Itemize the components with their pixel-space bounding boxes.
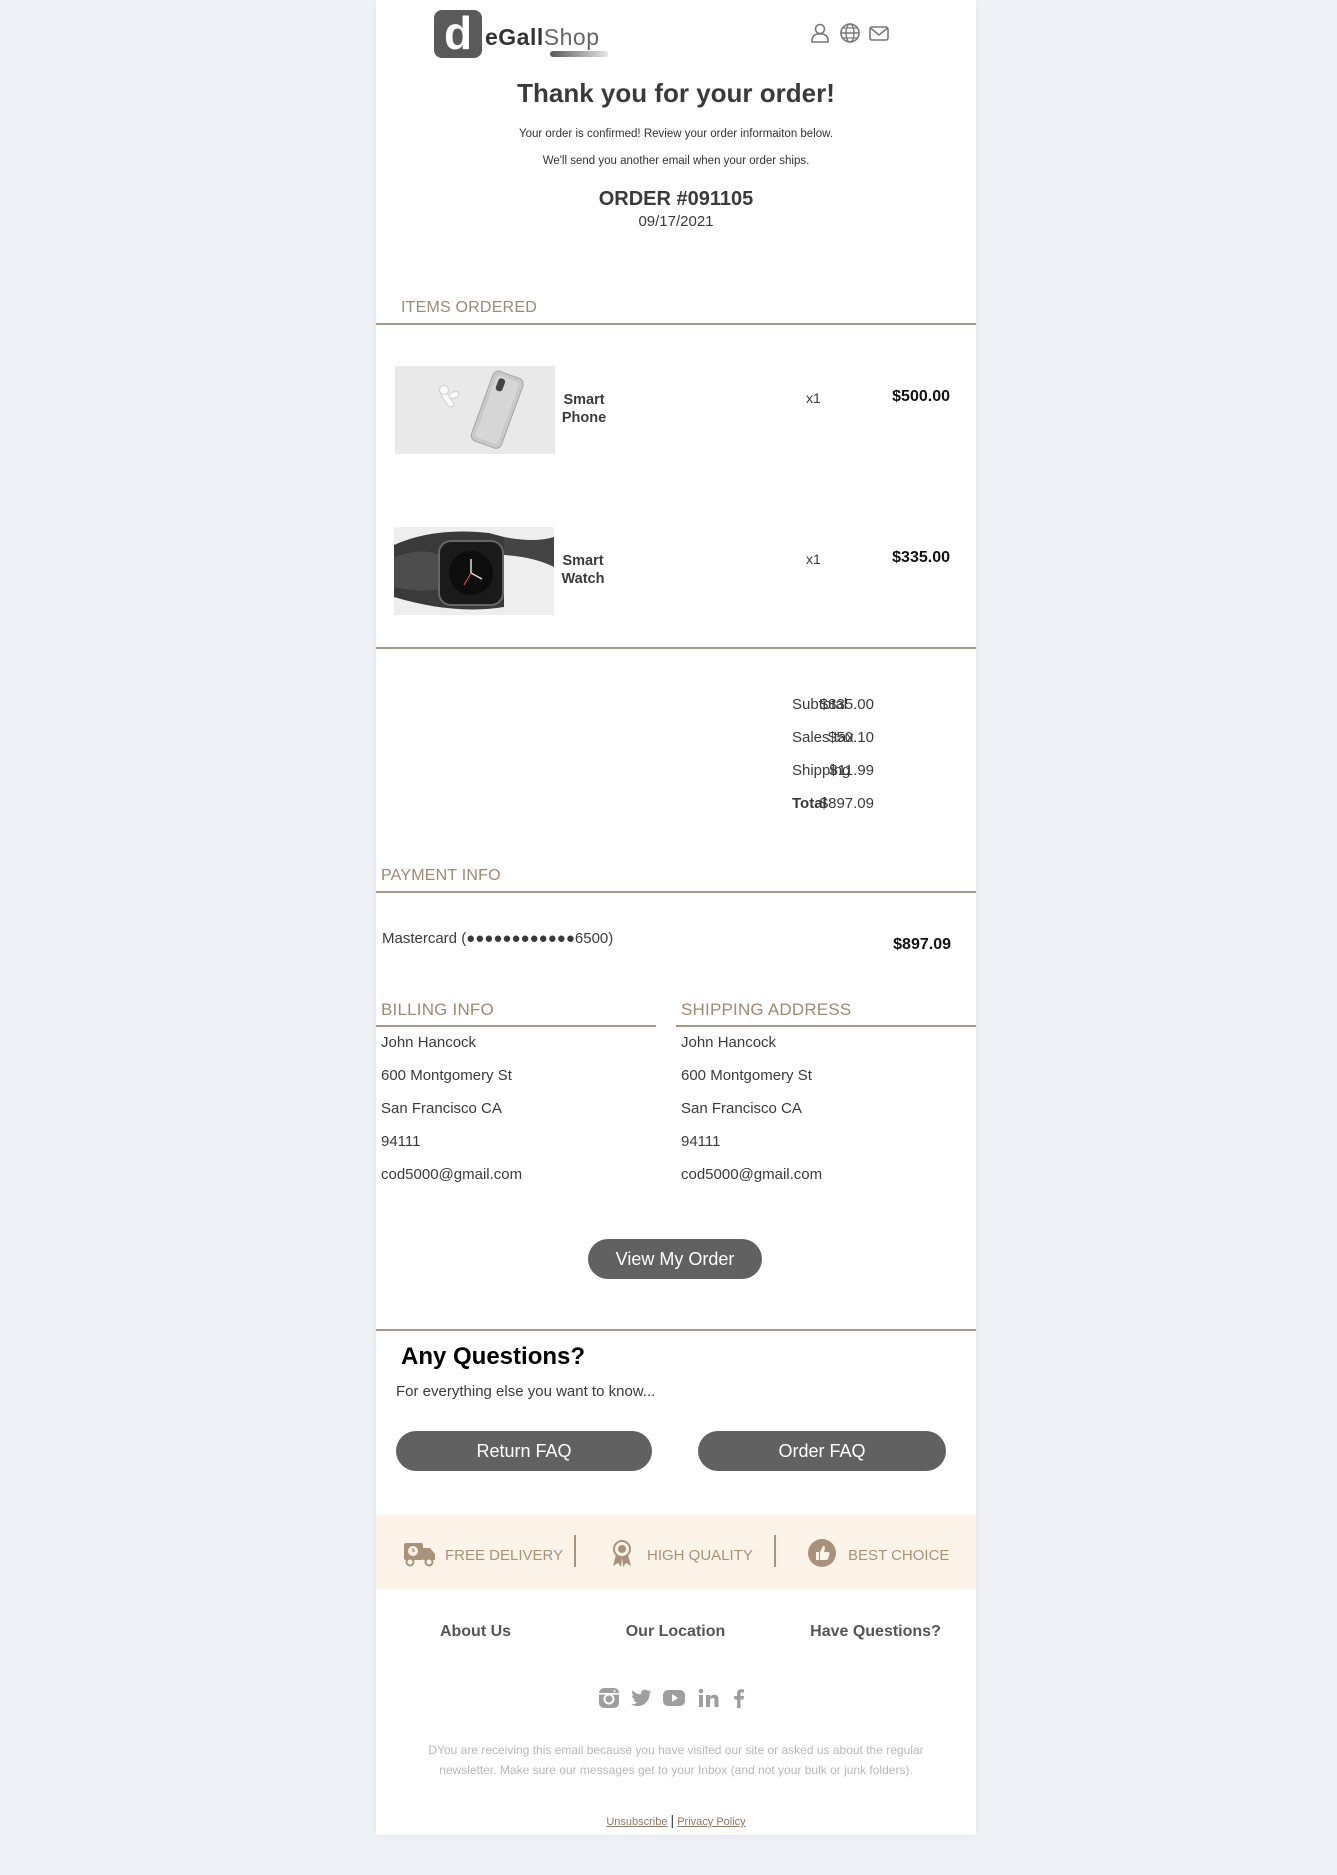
instagram-icon[interactable] — [598, 1687, 620, 1709]
items-ordered-heading: ITEMS ORDERED — [401, 299, 537, 316]
payment-divider — [376, 891, 976, 893]
globe-icon[interactable] — [839, 22, 861, 44]
billing-street: 600 Montgomery St — [381, 1067, 512, 1084]
unsubscribe-link[interactable]: Unsubscribe — [606, 1816, 667, 1828]
user-icon[interactable] — [809, 22, 831, 44]
shipping-divider — [676, 1025, 976, 1027]
item-name: Smart Phone — [561, 392, 607, 426]
about-us-link[interactable]: About Us — [408, 1623, 543, 1641]
facebook-icon[interactable] — [728, 1687, 750, 1709]
smart-phone-image — [395, 366, 555, 454]
confirmation-text: Your order is confirmed! Review your ord… — [518, 128, 834, 140]
shipping-value: $11.99 — [829, 762, 874, 779]
mail-icon[interactable] — [868, 22, 890, 44]
shipping-name: John Hancock — [681, 1034, 777, 1051]
billing-name: John Hancock — [381, 1034, 477, 1051]
payment-info-heading: PAYMENT INFO — [381, 867, 501, 884]
sales-tax-value: $50.10 — [828, 729, 874, 746]
payment-method: Mastercard (●●●●●●●●●●●●6500) — [382, 930, 614, 947]
item-price: $500.00 — [892, 388, 950, 405]
billing-city: San Francisco CA — [381, 1100, 502, 1117]
item-quantity: x1 — [806, 551, 821, 567]
order-date: 09/17/2021 — [638, 213, 714, 230]
best-choice-label: BEST CHOICE — [848, 1547, 950, 1564]
delivery-truck-icon — [404, 1543, 435, 1567]
legal-separator: | — [670, 1812, 675, 1828]
logo-underline — [550, 51, 608, 57]
billing-zip: 94111 — [381, 1133, 421, 1150]
item-name: Smart Watch — [561, 553, 605, 587]
subtotal-value: $835.00 — [819, 696, 874, 713]
return-faq-button[interactable]: Return FAQ — [396, 1431, 652, 1471]
payment-amount: $897.09 — [893, 936, 951, 953]
twitter-icon[interactable] — [630, 1687, 652, 1709]
shipping-city: San Francisco CA — [681, 1100, 802, 1117]
item-price: $335.00 — [892, 549, 950, 566]
youtube-icon[interactable] — [662, 1687, 686, 1709]
billing-info-heading: BILLING INFO — [381, 1000, 494, 1019]
have-questions-link[interactable]: Have Questions? — [798, 1623, 953, 1641]
linkedin-icon[interactable] — [697, 1687, 719, 1709]
smart-watch-image — [394, 527, 554, 615]
questions-divider — [376, 1329, 976, 1331]
billing-divider — [376, 1025, 656, 1027]
award-ribbon-icon — [613, 1540, 631, 1567]
free-delivery-label: FREE DELIVERY — [445, 1547, 564, 1564]
high-quality-label: HIGH QUALITY — [647, 1547, 753, 1564]
view-my-order-button[interactable]: View My Order — [588, 1239, 762, 1279]
feature-separator — [574, 1535, 576, 1567]
shipping-street: 600 Montgomery St — [681, 1067, 812, 1084]
brand-name-light: Shop — [543, 24, 600, 50]
disclaimer-text: DYou are receiving this email because yo… — [428, 1743, 924, 1777]
items-top-divider — [376, 323, 976, 325]
page-title: Thank you for your order! — [517, 78, 835, 108]
privacy-policy-link[interactable]: Privacy Policy — [677, 1816, 745, 1828]
brand-name: eGallShop — [485, 24, 599, 51]
billing-email: cod5000@gmail.com — [381, 1166, 523, 1183]
shipping-email: cod5000@gmail.com — [681, 1166, 823, 1183]
features-strip: FREE DELIVERY HIGH QUALITY BEST CHOICE — [376, 1515, 976, 1589]
questions-subtitle: For everything else you want to know... — [396, 1383, 656, 1400]
brand-name-bold: eGall — [485, 24, 544, 50]
shipping-notice-text: We'll send you another email when your o… — [542, 155, 810, 167]
our-location-link[interactable]: Our Location — [608, 1623, 743, 1641]
total-value: $897.09 — [819, 795, 874, 812]
thumbs-up-icon — [808, 1539, 836, 1567]
feature-separator — [774, 1535, 776, 1567]
questions-title: Any Questions? — [401, 1343, 586, 1370]
order-faq-button[interactable]: Order FAQ — [698, 1431, 946, 1471]
email-card: d eGallShop Thank you for your order! Yo… — [376, 0, 976, 1835]
order-number: ORDER #091105 — [598, 188, 754, 210]
items-bottom-divider — [376, 647, 976, 649]
legal-links: Unsubscribe | Privacy Policy — [376, 1812, 976, 1828]
shipping-zip: 94111 — [681, 1133, 721, 1150]
logo-letter: d — [443, 7, 473, 59]
shipping-address-heading: SHIPPING ADDRESS — [681, 1000, 852, 1019]
item-quantity: x1 — [806, 390, 821, 406]
